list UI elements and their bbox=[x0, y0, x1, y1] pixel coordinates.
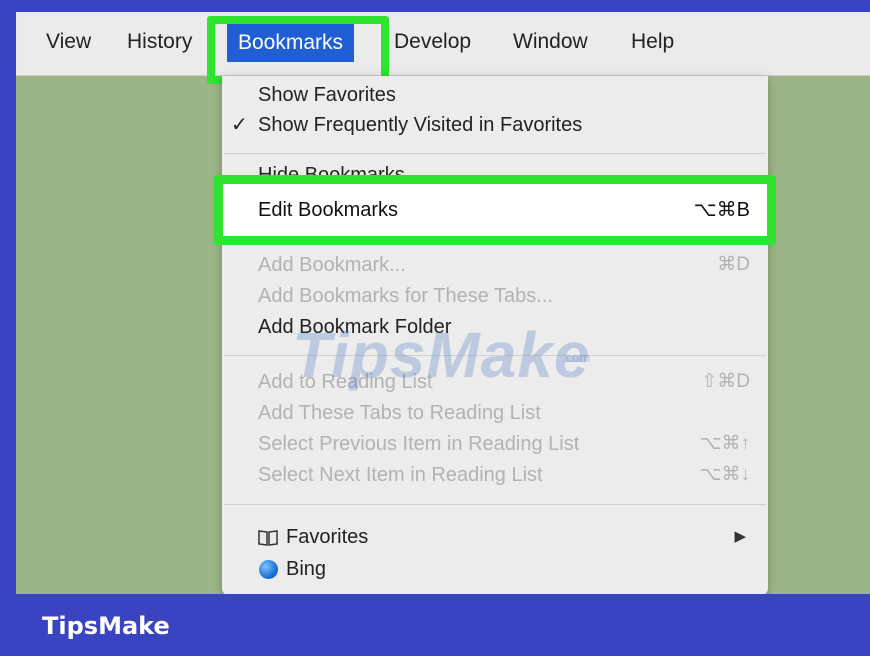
menu-window[interactable]: Window bbox=[513, 22, 588, 62]
menu-help[interactable]: Help bbox=[631, 22, 674, 62]
watermark-logo: TipsMake bbox=[292, 319, 591, 391]
menu-item-add-bookmarks-for-tabs[interactable]: Add Bookmarks for These Tabs... bbox=[258, 279, 553, 313]
menu-view[interactable]: View bbox=[46, 22, 91, 62]
menu-separator bbox=[224, 153, 766, 154]
book-icon bbox=[258, 520, 278, 554]
menu-item-add-bookmark[interactable]: Add Bookmark... bbox=[258, 248, 406, 282]
app-frame: View History Bookmarks Develop Window He… bbox=[0, 0, 870, 656]
edit-bookmarks-highlight-box bbox=[214, 175, 776, 245]
footer-bar: TipsMake bbox=[0, 594, 870, 656]
watermark-domain: .com bbox=[562, 350, 591, 365]
menu-item-show-frequently-visited[interactable]: Show Frequently Visited in Favorites bbox=[258, 108, 582, 142]
select-previous-shortcut: ⌥⌘↑ bbox=[699, 433, 750, 454]
footer-brand: TipsMake bbox=[42, 612, 170, 640]
menu-item-select-next-reading-list[interactable]: Select Next Item in Reading List bbox=[258, 458, 543, 492]
globe-icon bbox=[259, 560, 278, 579]
left-border bbox=[0, 12, 16, 594]
select-next-shortcut: ⌥⌘↓ bbox=[699, 464, 750, 485]
checkmark-icon: ✓ bbox=[231, 114, 248, 136]
add-to-reading-list-shortcut: ⇧⌘D bbox=[701, 371, 750, 392]
menu-item-select-previous-reading-list[interactable]: Select Previous Item in Reading List bbox=[258, 427, 579, 461]
menu-item-hide-bookmarks[interactable]: Hide Bookmarks bbox=[258, 158, 405, 176]
bookmarks-menu-highlight-box bbox=[207, 16, 389, 84]
menu-item-add-tabs-to-reading-list[interactable]: Add These Tabs to Reading List bbox=[258, 396, 541, 430]
menu-item-show-favorites[interactable]: Show Favorites bbox=[258, 78, 396, 112]
top-border bbox=[0, 0, 870, 12]
menu-item-favorites[interactable]: Favorites bbox=[286, 520, 368, 554]
submenu-arrow-icon: ▶ bbox=[734, 528, 746, 545]
add-bookmark-shortcut: ⌘D bbox=[717, 254, 750, 275]
menu-develop[interactable]: Develop bbox=[394, 22, 471, 62]
menu-item-bing[interactable]: Bing bbox=[286, 552, 326, 586]
menu-history[interactable]: History bbox=[127, 22, 192, 62]
menu-separator bbox=[224, 504, 766, 505]
